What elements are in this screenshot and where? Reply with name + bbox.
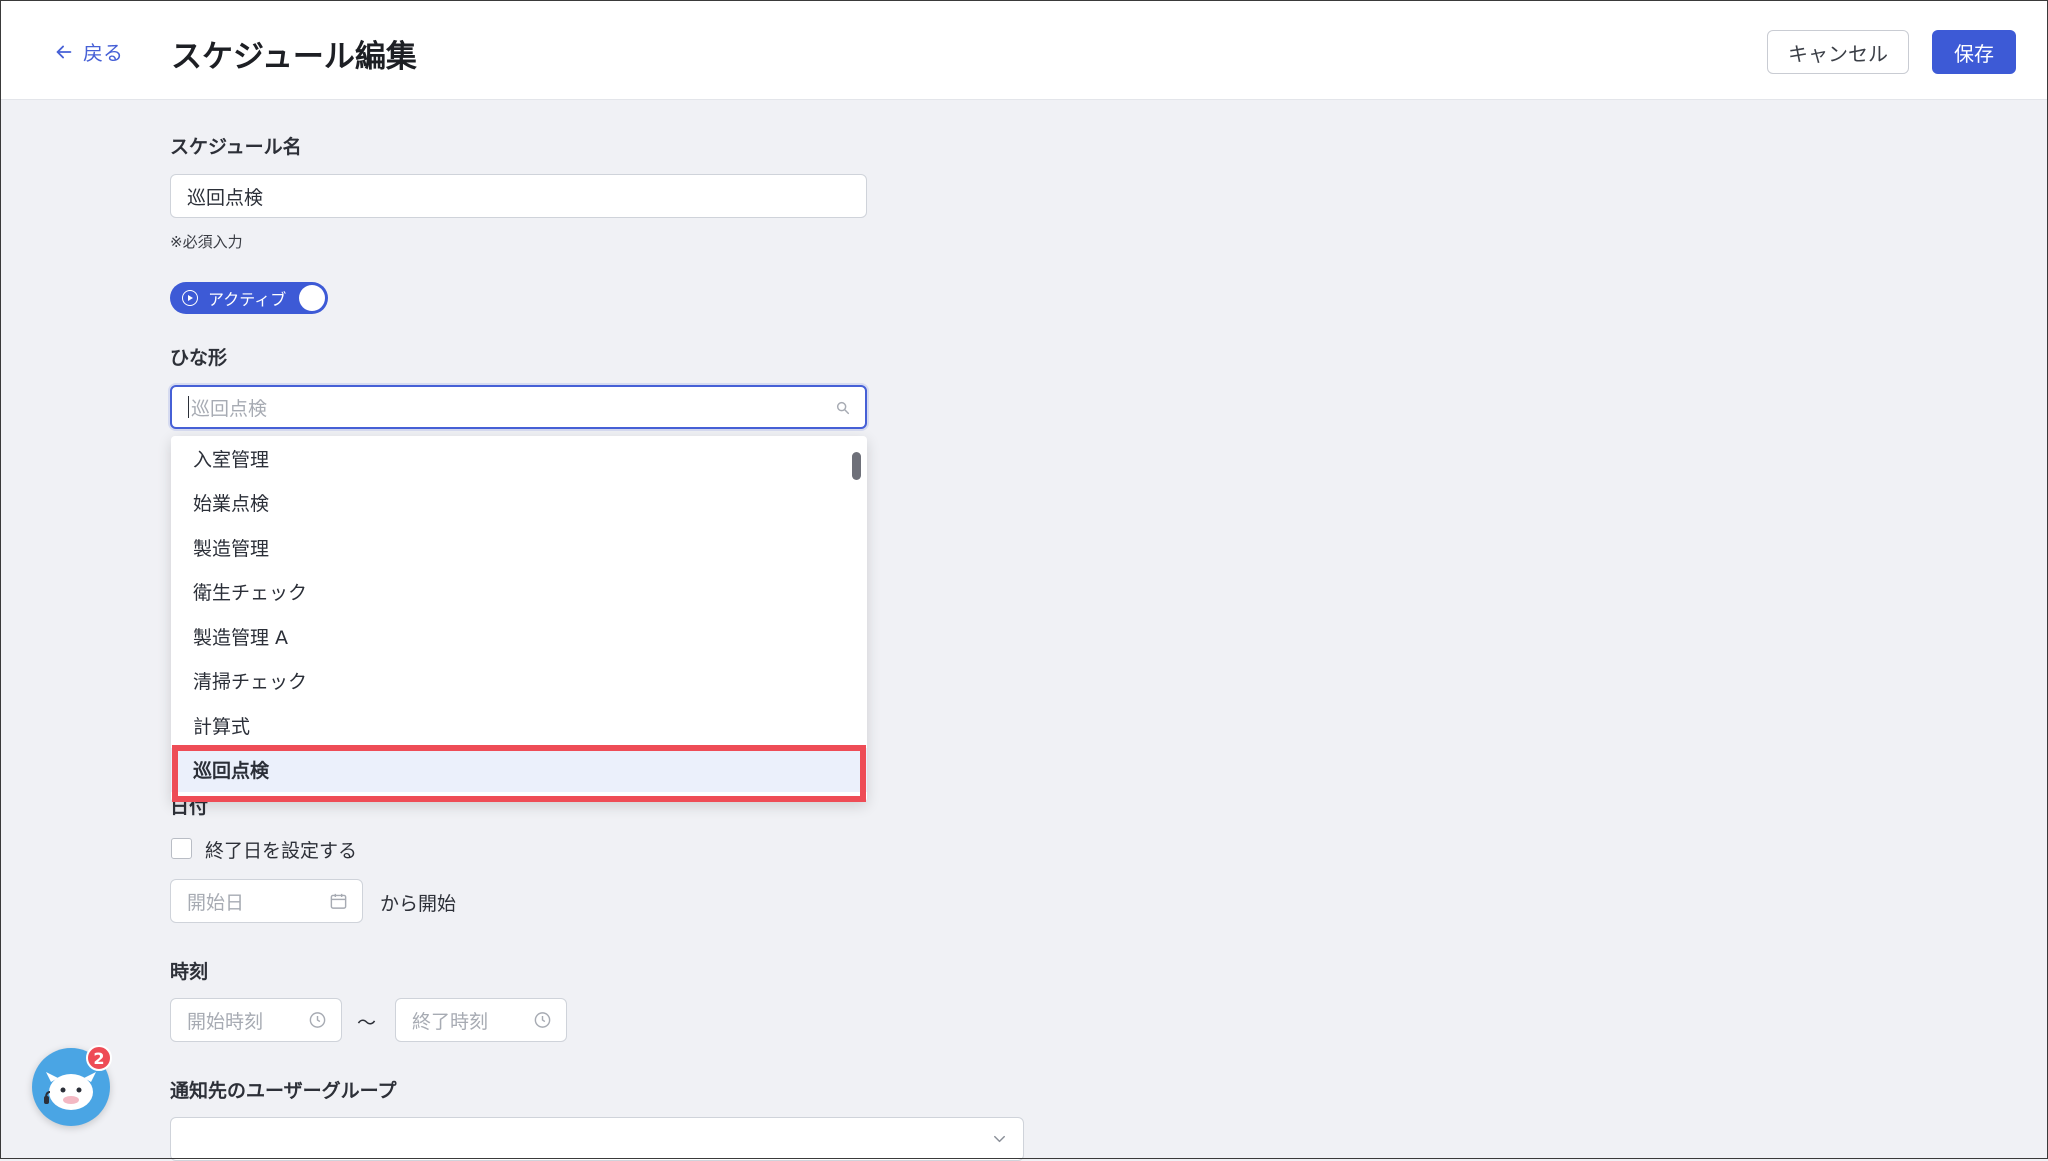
- start-time-input[interactable]: 開始時刻: [170, 998, 342, 1042]
- active-label: アクティブ: [208, 290, 287, 309]
- page-title: スケジュール編集: [171, 39, 417, 75]
- required-note: ※必須入力: [170, 233, 243, 251]
- start-suffix: から開始: [380, 893, 457, 915]
- dropdown-option[interactable]: 清掃チェック: [171, 659, 867, 704]
- start-date-input[interactable]: 開始日: [170, 879, 363, 923]
- back-label: 戻る: [83, 41, 123, 65]
- template-placeholder: 巡回点検: [191, 397, 268, 420]
- end-date-checkbox[interactable]: [171, 838, 192, 859]
- template-dropdown: 入室管理 始業点検 製造管理 衛生チェック 製造管理 A 清掃チェック 計算式 …: [171, 436, 867, 802]
- end-time-placeholder: 終了時刻: [412, 1010, 489, 1033]
- active-toggle[interactable]: アクティブ: [170, 282, 328, 314]
- cancel-button[interactable]: キャンセル: [1767, 30, 1909, 74]
- schedule-name-value: 巡回点検: [187, 186, 264, 209]
- dropdown-option[interactable]: 製造管理: [171, 525, 867, 570]
- time-label: 時刻: [170, 961, 209, 983]
- schedule-name-label: スケジュール名: [170, 136, 302, 158]
- end-date-checkbox-label: 終了日を設定する: [205, 840, 358, 862]
- arrow-left-icon: [56, 45, 72, 58]
- play-circle-icon: [182, 290, 198, 306]
- dropdown-scrollbar[interactable]: [852, 452, 861, 480]
- text-cursor: [188, 396, 189, 418]
- save-button[interactable]: 保存: [1932, 30, 2016, 74]
- top-header: 戻る スケジュール編集 キャンセル 保存: [1, 1, 2047, 100]
- dropdown-option-selected[interactable]: 巡回点検: [171, 747, 867, 792]
- clock-icon: [309, 1012, 326, 1028]
- dropdown-option[interactable]: 衛生チェック: [171, 570, 867, 615]
- dropdown-option[interactable]: 始業点検: [171, 481, 867, 526]
- clock-icon: [534, 1012, 551, 1028]
- dropdown-option[interactable]: 製造管理 A: [171, 614, 867, 659]
- notify-group-label: 通知先のユーザーグループ: [170, 1080, 397, 1102]
- dropdown-option[interactable]: 計算式: [171, 703, 867, 748]
- template-label: ひな形: [170, 347, 228, 369]
- calendar-icon: [330, 893, 347, 909]
- search-icon: [836, 401, 850, 415]
- end-time-input[interactable]: 終了時刻: [395, 998, 567, 1042]
- schedule-name-input[interactable]: 巡回点検: [170, 174, 867, 218]
- toggle-knob: [299, 285, 325, 311]
- notification-badge: 2: [86, 1045, 112, 1071]
- notify-group-select[interactable]: [170, 1117, 1024, 1161]
- template-search-input[interactable]: 巡回点検: [170, 385, 867, 429]
- back-link[interactable]: 戻る: [53, 37, 123, 66]
- start-date-placeholder: 開始日: [187, 891, 245, 914]
- start-time-placeholder: 開始時刻: [187, 1010, 264, 1033]
- chevron-down-icon: [994, 1135, 1005, 1143]
- time-separator: 〜: [357, 1012, 377, 1034]
- dropdown-option[interactable]: 入室管理: [171, 436, 867, 481]
